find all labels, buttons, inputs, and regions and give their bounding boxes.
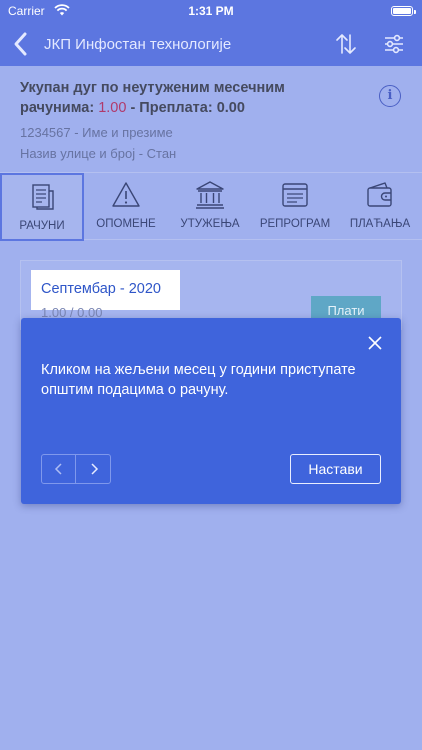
info-icon[interactable]: i <box>379 85 401 107</box>
tab-label: УТУЖЕЊА <box>180 218 240 230</box>
tab-label: РАЧУНИ <box>19 220 65 232</box>
month-highlight[interactable]: Септембар - 2020 <box>31 270 180 310</box>
back-icon[interactable] <box>10 30 32 58</box>
battery-icon <box>391 6 416 16</box>
chevron-left-icon[interactable] <box>42 455 76 483</box>
court-icon <box>194 179 226 211</box>
clock: 1:31 PM <box>188 4 234 18</box>
debt-summary: Укупан дуг по неутуженим месечним рачуни… <box>20 78 360 118</box>
account-summary: Укупан дуг по неутуженим месечним рачуни… <box>0 66 422 172</box>
address-line: Назив улице и број - Стан <box>20 146 177 161</box>
tooltip-message: Кликом на жељени месец у години приступа… <box>41 362 356 398</box>
sort-icon[interactable] <box>334 31 358 57</box>
overpay-label: - Преплата: <box>130 100 213 116</box>
close-icon[interactable] <box>366 334 384 352</box>
filter-icon[interactable] <box>382 32 406 56</box>
tab-payments[interactable]: ПЛАЋАЊА <box>338 173 422 241</box>
tab-warnings[interactable]: ОПОМЕНЕ <box>84 173 168 241</box>
warning-icon <box>110 179 142 211</box>
status-bar: Carrier 1:31 PM <box>0 0 422 22</box>
tab-label: РЕПРОГРАМ <box>259 218 331 230</box>
nav-bar: ЈКП Инфостан технологије <box>0 22 422 66</box>
account-line: 1234567 - Име и презиме <box>20 125 173 140</box>
tab-label: ОПОМЕНЕ <box>96 218 156 230</box>
tab-reprogram[interactable]: РЕПРОГРАМ <box>252 173 338 241</box>
wallet-icon <box>364 179 396 211</box>
tab-lawsuits[interactable]: УТУЖЕЊА <box>168 173 252 241</box>
continue-button[interactable]: Настави <box>290 454 381 484</box>
bill-month: Септембар - 2020 <box>41 281 161 297</box>
tab-label: ПЛАЋАЊА <box>349 218 411 230</box>
overpay-amount: 0.00 <box>216 100 245 116</box>
bills-icon <box>26 181 58 213</box>
tab-bills[interactable]: РАЧУНИ <box>0 173 84 241</box>
tab-bar: РАЧУНИ ОПОМЕНЕ УТУЖЕЊА РЕПРОГРАМ ПЛАЋАЊА <box>0 172 422 241</box>
reprogram-icon <box>279 179 311 211</box>
onboarding-tooltip: Кликом на жељени месец у години приступа… <box>21 318 401 504</box>
nav-title: ЈКП Инфостан технологије <box>44 36 232 53</box>
chevron-right-icon[interactable] <box>77 455 111 483</box>
debt-amount: 1.00 <box>98 100 127 116</box>
tooltip-pager <box>41 454 111 484</box>
